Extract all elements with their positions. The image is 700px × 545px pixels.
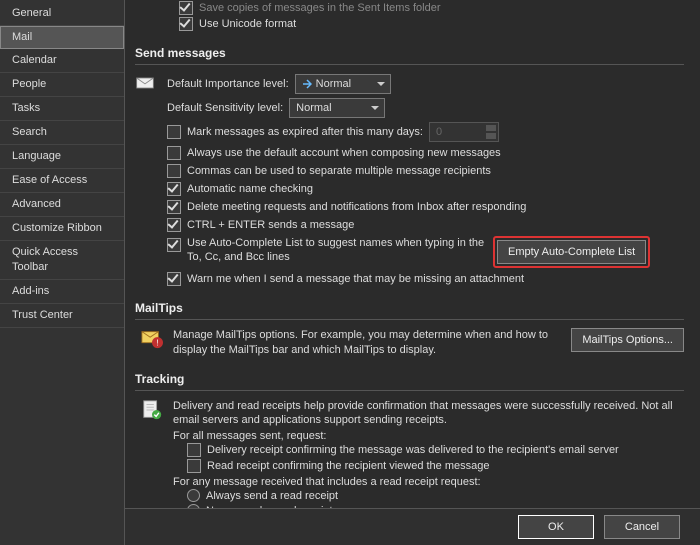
main-panel: Save copies of messages in the Sent Item… <box>125 0 700 545</box>
ok-button[interactable]: OK <box>518 515 594 539</box>
nav-search[interactable]: Search <box>0 121 124 145</box>
nav-ease-of-access[interactable]: Ease of Access <box>0 169 124 193</box>
label-default-account: Always use the default account when comp… <box>187 147 501 159</box>
checkbox-auto-name[interactable] <box>167 182 181 196</box>
section-send-messages: Send messages Default Importance level: … <box>135 42 684 287</box>
section-header-tracking: Tracking <box>135 368 684 391</box>
checkbox-expire[interactable] <box>167 125 181 139</box>
category-sidebar: General Mail Calendar People Tasks Searc… <box>0 0 125 545</box>
label-ctrl-enter: CTRL + ENTER sends a message <box>187 219 354 231</box>
label-warn-attach: Warn me when I send a message that may b… <box>187 273 524 285</box>
mailtips-description: Manage MailTips options. For example, yo… <box>173 328 563 358</box>
label-always-send: Always send a read receipt <box>206 490 338 502</box>
label-auto-name: Automatic name checking <box>187 183 313 195</box>
checkbox-save-copies[interactable] <box>179 1 193 15</box>
tracking-icon <box>141 399 161 419</box>
label-commas: Commas can be used to separate multiple … <box>187 165 491 177</box>
nav-add-ins[interactable]: Add-ins <box>0 280 124 304</box>
checkbox-delete-meeting[interactable] <box>167 200 181 214</box>
checkbox-warn-attach[interactable] <box>167 272 181 286</box>
options-dialog: General Mail Calendar People Tasks Searc… <box>0 0 700 545</box>
label-delete-meeting: Delete meeting requests and notification… <box>187 201 526 213</box>
label-save-copies: Save copies of messages in the Sent Item… <box>199 2 441 14</box>
select-sensitivity[interactable]: Normal <box>289 98 385 118</box>
select-importance[interactable]: Normal <box>295 74 391 94</box>
nav-tasks[interactable]: Tasks <box>0 97 124 121</box>
cancel-button[interactable]: Cancel <box>604 515 680 539</box>
radio-always-send[interactable] <box>187 489 200 502</box>
section-header-mailtips: MailTips <box>135 297 684 320</box>
nav-calendar[interactable]: Calendar <box>0 49 124 73</box>
section-tracking: Tracking Delivery and read receipts help… <box>135 368 684 508</box>
dialog-footer: OK Cancel <box>125 508 700 545</box>
nav-mail[interactable]: Mail <box>0 26 124 49</box>
checkbox-autocomplete[interactable] <box>167 238 181 252</box>
mailtips-icon: ! <box>141 328 161 348</box>
sensitivity-value: Normal <box>296 102 331 114</box>
checkbox-unicode[interactable] <box>179 17 193 31</box>
svg-text:!: ! <box>156 338 158 347</box>
label-read-receipt: Read receipt confirming the recipient vi… <box>207 460 489 472</box>
label-autocomplete: Use Auto-Complete List to suggest names … <box>187 236 487 264</box>
label-unicode: Use Unicode format <box>199 18 296 30</box>
nav-customize-ribbon[interactable]: Customize Ribbon <box>0 217 124 241</box>
nav-general[interactable]: General <box>0 2 124 26</box>
spinner-expire-days[interactable]: 0 <box>429 122 499 142</box>
expire-value: 0 <box>436 126 442 138</box>
importance-value: Normal <box>316 78 351 90</box>
label-delivery-receipt: Delivery receipt confirming the message … <box>207 444 619 456</box>
label-never-send: Never send a read receipt <box>206 505 333 509</box>
radio-never-send[interactable] <box>187 504 200 508</box>
checkbox-ctrl-enter[interactable] <box>167 218 181 232</box>
highlight-annotation: Empty Auto-Complete List <box>493 236 650 268</box>
checkbox-delivery-receipt[interactable] <box>187 443 201 457</box>
section-header-send: Send messages <box>135 42 684 65</box>
nav-language[interactable]: Language <box>0 145 124 169</box>
nav-people[interactable]: People <box>0 73 124 97</box>
nav-quick-access-toolbar[interactable]: Quick Access Toolbar <box>0 241 124 280</box>
nav-trust-center[interactable]: Trust Center <box>0 304 124 328</box>
section-mailtips: MailTips ! Manage MailTips options. For … <box>135 297 684 358</box>
priority-icon <box>302 79 312 89</box>
checkbox-read-receipt[interactable] <box>187 459 201 473</box>
tracking-description: Delivery and read receipts help provide … <box>173 399 684 427</box>
nav-advanced[interactable]: Advanced <box>0 193 124 217</box>
envelope-icon <box>135 73 155 93</box>
checkbox-default-account[interactable] <box>167 146 181 160</box>
label-importance: Default Importance level: <box>167 78 289 90</box>
row-save-copies: Save copies of messages in the Sent Item… <box>135 0 684 16</box>
label-sensitivity: Default Sensitivity level: <box>167 102 283 114</box>
label-any-received: For any message received that includes a… <box>173 476 684 488</box>
label-expire: Mark messages as expired after this many… <box>187 126 423 138</box>
checkbox-commas[interactable] <box>167 164 181 178</box>
row-unicode: Use Unicode format <box>135 16 684 32</box>
scroll-area: Save copies of messages in the Sent Item… <box>125 0 700 508</box>
mailtips-options-button[interactable]: MailTips Options... <box>571 328 684 352</box>
empty-autocomplete-button[interactable]: Empty Auto-Complete List <box>497 240 646 264</box>
label-all-sent: For all messages sent, request: <box>173 430 684 442</box>
